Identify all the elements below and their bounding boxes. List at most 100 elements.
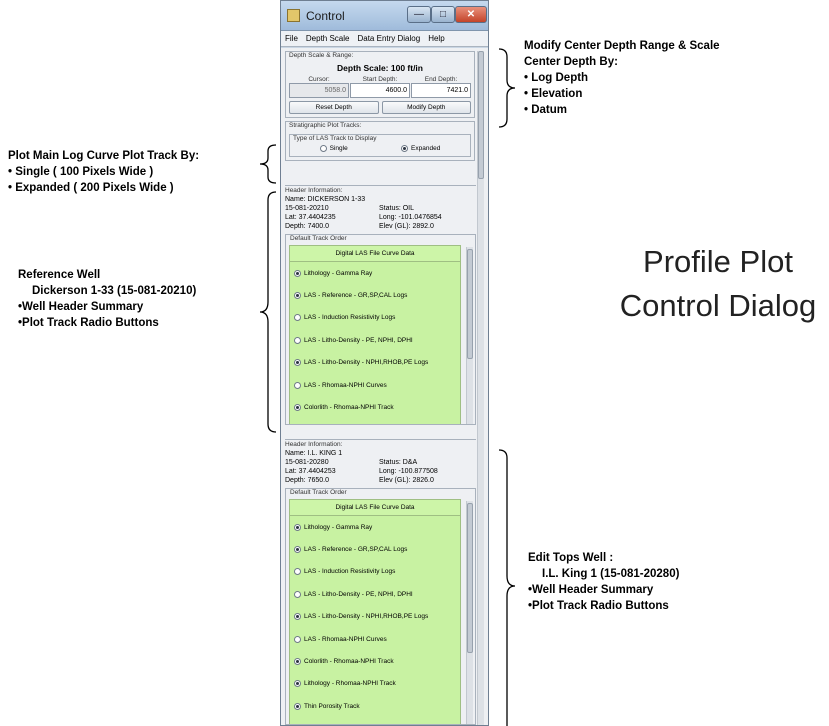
radio-selected-icon	[294, 359, 301, 367]
track-label: Thin Porosity Track	[304, 702, 360, 710]
well1-track-order-label: Default Track Order	[290, 235, 347, 242]
start-depth-label: Start Depth:	[362, 76, 398, 83]
well2-api: 15-081-20280	[285, 459, 329, 466]
track-label: Lithology - Rhomaa-NPHI Track	[304, 680, 396, 688]
radio-icon	[294, 314, 301, 322]
track-label: LAS - Reference - GR,SP,CAL Logs	[304, 292, 408, 300]
well2-name: Name: I.L. KING 1	[285, 450, 343, 457]
well2-track-scrollbar[interactable]	[466, 501, 473, 724]
menu-depth-scale[interactable]: Depth Scale	[302, 34, 354, 43]
well1-track-radio[interactable]: LAS - Rhomaa-NPHI Curves	[290, 374, 460, 396]
well2-track-radio[interactable]: Colorlith - Rhomaa-NPHI Track	[290, 650, 460, 672]
minimize-icon[interactable]: —	[407, 6, 431, 23]
well1-track-radio[interactable]: LAS - Litho-Density - PE, NPHI, DPHI	[290, 329, 460, 351]
radio-icon	[294, 590, 301, 598]
well2-track-list: Digital LAS File Curve Data Lithology - …	[289, 499, 461, 724]
app-icon	[287, 9, 300, 22]
menu-file[interactable]: File	[281, 34, 302, 43]
well2-header-label: Header Information:	[285, 439, 476, 448]
well1-track-header: Digital LAS File Curve Data	[290, 246, 460, 262]
las-track-type-box: Type of LAS Track to Display Single Expa…	[289, 134, 471, 158]
annotation-modify-depth: Modify Center Depth Range & Scale Center…	[524, 40, 720, 116]
strat-tracks-group: Stratigraphic Plot Tracks: Type of LAS T…	[285, 121, 475, 162]
well2-track-radio[interactable]: Lithology - Rhomaa-NPHI Track	[290, 673, 460, 695]
track-label: LAS - Litho-Density - NPHI,RHOB,PE Logs	[304, 613, 429, 621]
close-icon[interactable]: ✕	[455, 6, 487, 23]
radio-selected-icon	[294, 292, 301, 300]
outer-scroll-thumb[interactable]	[478, 51, 484, 179]
well1-header-label: Header Information:	[285, 185, 476, 194]
well1-status: Status: OIL	[379, 205, 415, 212]
radio-icon	[294, 635, 301, 643]
well2-track-radio[interactable]: LAS - Induction Resistivity Logs	[290, 561, 460, 583]
well2-status: Status: D&A	[379, 459, 418, 466]
well2-header-section: Header Information: Name: I.L. KING 1 15…	[285, 439, 476, 725]
well1-track-radio[interactable]: Colorlith - Rhomaa-NPHI Track	[290, 396, 460, 418]
outer-scrollbar[interactable]	[477, 51, 484, 725]
expanded-radio[interactable]: Expanded	[401, 145, 440, 152]
well2-track-radio[interactable]: LAS - Litho-Density - NPHI,RHOB,PE Logs	[290, 606, 460, 628]
well1-track-radio[interactable]: LAS - Reference - GR,SP,CAL Logs	[290, 284, 460, 306]
menu-help[interactable]: Help	[424, 34, 448, 43]
track-label: LAS - Rhomaa-NPHI Curves	[304, 381, 387, 389]
end-depth-field[interactable]: 7421.0	[411, 83, 471, 98]
well1-scroll-thumb[interactable]	[467, 249, 473, 359]
well1-depth: Depth: 7400.0	[285, 223, 329, 230]
track-label: LAS - Induction Resistivity Logs	[304, 314, 396, 322]
radio-selected-icon	[294, 680, 301, 688]
modify-depth-button[interactable]: Modify Depth	[381, 101, 471, 114]
title-bar[interactable]: Control — □ ✕	[281, 1, 488, 31]
well1-name: Name: DICKERSON 1-33	[285, 196, 366, 203]
well2-track-radio[interactable]: LAS - Reference - GR,SP,CAL Logs	[290, 538, 460, 560]
well1-elev: Elev (GL): 2892.0	[379, 223, 434, 230]
menu-bar: File Depth Scale Data Entry Dialog Help	[281, 31, 488, 47]
radio-selected-icon	[401, 145, 409, 152]
single-radio[interactable]: Single	[319, 145, 348, 152]
well2-track-radio[interactable]: Thin Porosity Track	[290, 695, 460, 717]
well1-track-radio[interactable]: LAS - Litho-Density - NPHI,RHOB,PE Logs	[290, 352, 460, 374]
end-depth-label: End Depth:	[424, 76, 458, 83]
well2-track-radio[interactable]: LAS - Rhomaa-NPHI Curves	[290, 628, 460, 650]
radio-selected-icon	[294, 702, 301, 710]
annotation-edit-tops-well: Edit Tops Well : I.L. King 1 (15-081-202…	[528, 552, 680, 612]
cursor-label: Cursor:	[308, 76, 330, 83]
depth-scale-group-label: Depth Scale & Range:	[289, 52, 354, 59]
menu-data-entry-dialog[interactable]: Data Entry Dialog	[353, 34, 424, 43]
well2-track-header: Digital LAS File Curve Data	[290, 500, 460, 516]
brace-right-edit	[498, 449, 516, 726]
well2-track-radio[interactable]: LAS - Litho-Density - PE, NPHI, DPHI	[290, 583, 460, 605]
well1-lat: Lat: 37.4404235	[285, 214, 336, 221]
track-label: Lithology - Gamma Ray	[304, 269, 373, 277]
track-label: LAS - Litho-Density - PE, NPHI, DPHI	[304, 590, 413, 598]
brace-right-top	[498, 48, 516, 128]
track-label: LAS - Litho-Density - NPHI,RHOB,PE Logs	[304, 359, 429, 367]
well2-long: Long: -100.877508	[379, 468, 438, 475]
well2-track-radio[interactable]: Lithology - Gamma Ray	[290, 516, 460, 538]
well1-track-order-box: Default Track Order Digital LAS File Cur…	[285, 234, 476, 425]
well2-elev: Elev (GL): 2826.0	[379, 477, 434, 484]
well2-track-order-box: Default Track Order Digital LAS File Cur…	[285, 488, 476, 725]
window-title: Control	[306, 9, 345, 23]
radio-selected-icon	[294, 546, 301, 554]
radio-icon	[319, 145, 327, 152]
start-depth-field[interactable]: 4600.0	[350, 83, 410, 98]
reset-depth-button[interactable]: Reset Depth	[289, 101, 379, 114]
strat-group-label: Stratigraphic Plot Tracks:	[289, 122, 362, 129]
track-label: Lithology - Gamma Ray	[304, 523, 373, 531]
annotation-reference-well: Reference Well Dickerson 1-33 (15-081-20…	[18, 269, 197, 329]
well1-track-radio[interactable]: Lithology - Gamma Ray	[290, 262, 460, 284]
depth-scale-label: Depth Scale: 100 ft/in	[337, 63, 423, 73]
annotation-plot-track: Plot Main Log Curve Plot Track By: • Sin…	[8, 150, 200, 194]
well1-track-scrollbar[interactable]	[466, 247, 473, 424]
track-label: LAS - Reference - GR,SP,CAL Logs	[304, 546, 408, 554]
radio-selected-icon	[294, 269, 301, 277]
well1-track-radio[interactable]: Lithology - Rhomaa-NPHI Track	[290, 419, 460, 424]
well1-track-radio[interactable]: LAS - Induction Resistivity Logs	[290, 307, 460, 329]
well2-scroll-thumb[interactable]	[467, 503, 473, 653]
las-track-type-label: Type of LAS Track to Display	[293, 135, 377, 142]
radio-icon	[294, 381, 301, 389]
well1-header-section: Header Information: Name: DICKERSON 1-33…	[285, 185, 476, 425]
brace-left-top	[259, 144, 277, 184]
maximize-icon[interactable]: □	[431, 6, 455, 23]
track-label: LAS - Litho-Density - PE, NPHI, DPHI	[304, 336, 413, 344]
